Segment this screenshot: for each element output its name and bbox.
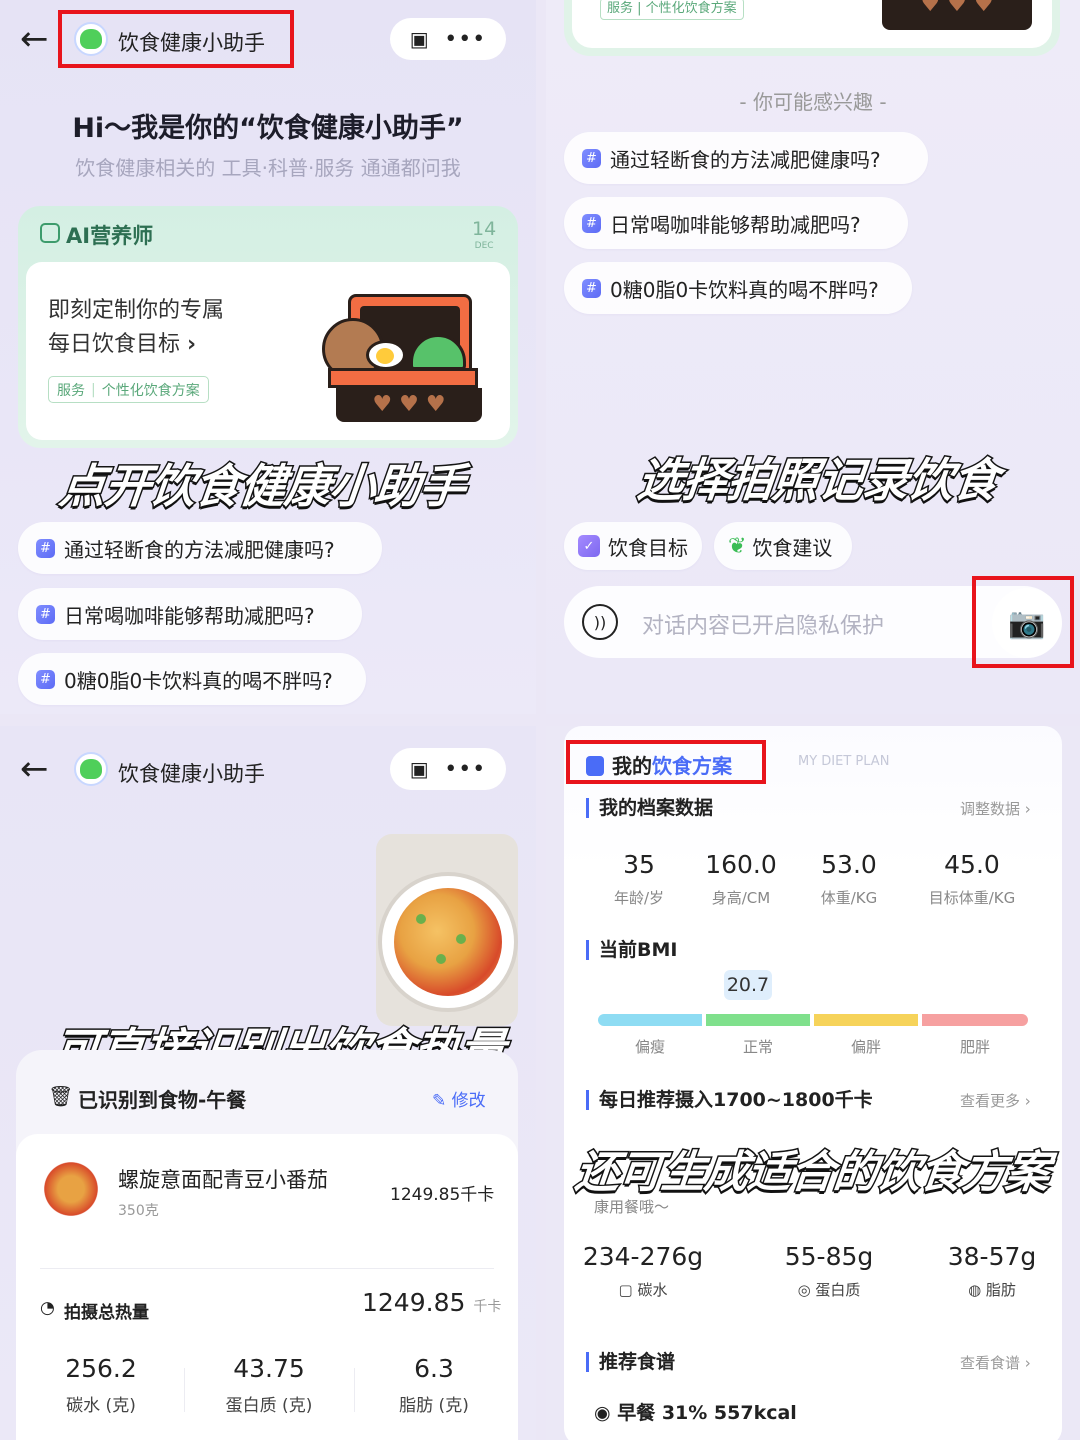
- nutrient-fat: 38-57g ◍ 脂肪: [947, 1242, 1037, 1299]
- bmi-seg-overweight: [814, 1014, 918, 1026]
- question-chip[interactable]: # 通过轻断食的方法减肥健康吗?: [18, 522, 382, 574]
- recognized-title: 已识别到食物-午餐: [78, 1088, 247, 1112]
- food-calories: 1249.85千卡: [390, 1185, 495, 1205]
- hash-icon: #: [36, 604, 55, 624]
- total-label: 拍摄总热量: [64, 1303, 149, 1323]
- assistant-avatar: [74, 752, 108, 786]
- macro-protein: 43.75 蛋白质 (克): [225, 1354, 313, 1416]
- nutrient-protein: 55-85g ◎ 蛋白质: [784, 1242, 874, 1299]
- divider: [40, 1268, 494, 1269]
- diet-advice-button[interactable]: ❦ 饮食建议: [714, 522, 852, 570]
- caption-4: 还可生成适合的饮食方案: [571, 1146, 1052, 1200]
- plan-title-en: MY DIET PLAN: [798, 754, 890, 769]
- bmi-seg-normal: [706, 1014, 810, 1026]
- hash-icon: #: [582, 213, 601, 233]
- breakfast-row[interactable]: ◉ 早餐 31% 557kcal: [594, 1398, 797, 1425]
- see-more-link[interactable]: 查看更多 ›: [960, 1090, 1031, 1111]
- ai-card-bottom: 服务 | 个性化饮食方案 ♥ ♥ ♥: [564, 0, 1060, 56]
- back-arrow-icon[interactable]: ←: [20, 22, 49, 56]
- panel-diet-plan: 我的饮食方案 MY DIET PLAN 我的档案数据 调整数据 › 35 年龄/岁…: [546, 726, 1080, 1440]
- highlight-box: [972, 576, 1074, 668]
- profile-weight: 53.0 体重/KG: [820, 850, 878, 907]
- more-icon[interactable]: •••: [444, 757, 486, 782]
- highlight-box: [566, 740, 766, 784]
- lunchbox-illustration: ♥ ♥ ♥: [322, 294, 482, 422]
- header-actions: ▣ •••: [390, 18, 506, 60]
- eye-icon: ◉: [594, 1402, 611, 1424]
- bmi-label: 正常: [742, 1038, 773, 1056]
- food-photo[interactable]: [376, 834, 518, 1026]
- panel-recognize-calories: ← 饮食健康小助手 ▣ ••• 可直接识别出饮食热量 🗑 已识别到食物-午餐 ✎…: [0, 726, 536, 1440]
- bmi-title: 当前BMI: [586, 940, 677, 960]
- voice-icon[interactable]: )): [582, 604, 618, 640]
- profile-age: 35 年龄/岁: [613, 850, 665, 907]
- question-chip[interactable]: # 日常喝咖啡能够帮助减肥吗?: [18, 588, 362, 640]
- profile-target-weight: 45.0 目标体重/KG: [928, 850, 1016, 907]
- profile-title: 我的档案数据: [586, 798, 713, 818]
- bmi-seg-underweight: [598, 1014, 702, 1026]
- food-weight: 350克: [118, 1203, 159, 1219]
- history-icon[interactable]: ▣: [410, 757, 429, 781]
- panel-open-assistant: ← 饮食健康小助手 ▣ ••• Hi～我是你的“饮食健康小助手” 饮食健康相关的…: [0, 0, 536, 714]
- caption-2: 选择拍照记录饮食: [633, 452, 1002, 509]
- diet-goal-button[interactable]: ✓ 饮食目标: [564, 522, 702, 570]
- ai-nutritionist-card[interactable]: AI营养师 14 DEC 即刻定制你的专属 每日饮食目标 › 服务 | 个性化饮食方…: [18, 206, 518, 448]
- date-badge: 14 DEC: [472, 218, 497, 251]
- bmi-seg-obese: [922, 1014, 1028, 1026]
- total-calories: 1249.85 千卡: [362, 1288, 502, 1317]
- bmi-label: 偏胖: [850, 1038, 881, 1056]
- more-icon[interactable]: •••: [444, 27, 486, 52]
- highlight-box: [58, 10, 294, 68]
- bmi-label: 偏瘦: [634, 1038, 665, 1056]
- food-detail: 螺旋意面配青豆小番茄 350克 1249.85千卡 ◔ 拍摄总热量 1249.8…: [16, 1134, 518, 1440]
- ai-card-body[interactable]: 即刻定制你的专属 每日饮食目标 › 服务 | 个性化饮食方案 ♥ ♥ ♥: [26, 262, 510, 440]
- recipe-title: 推荐食谱: [586, 1352, 675, 1372]
- ai-card-title: AI营养师: [66, 224, 154, 248]
- flame-icon: ◔: [40, 1298, 55, 1318]
- ai-card-tag: 服务 | 个性化饮食方案: [600, 0, 744, 20]
- nutrient-carbs: 234-276g ▢ 碳水: [582, 1242, 704, 1299]
- hash-icon: #: [36, 538, 55, 558]
- history-icon[interactable]: ▣: [410, 27, 429, 51]
- leaf-icon: ❦: [728, 533, 747, 559]
- question-chip[interactable]: # 通过轻断食的方法减肥健康吗?: [564, 132, 928, 184]
- profile-height: 160.0 身高/CM: [705, 850, 777, 907]
- chat-input[interactable]: 对话内容已开启隐私保护: [642, 608, 884, 640]
- header-actions: ▣ •••: [390, 748, 506, 790]
- food-thumbnail: [40, 1158, 102, 1220]
- macro-fat: 6.3 脂肪 (克): [399, 1354, 469, 1416]
- macro-carbs: 256.2 碳水 (克): [65, 1354, 137, 1416]
- goal-icon: ✓: [578, 535, 600, 557]
- lunchbox-illustration: ♥ ♥ ♥: [882, 0, 1032, 30]
- bmi-value: 20.7: [724, 970, 772, 1000]
- recognition-card: 🗑 已识别到食物-午餐 ✎ 修改 螺旋意面配青豆小番茄 350克 1249.85…: [16, 1050, 518, 1440]
- bmi-label: 肥胖: [959, 1038, 990, 1056]
- greeting-subtitle: 饮食健康相关的 工具·科普·服务 通通都问我: [75, 156, 461, 180]
- question-chip[interactable]: #0糖0脂0卡饮料真的喝不胖吗?: [18, 653, 366, 705]
- back-arrow-icon[interactable]: ←: [20, 752, 49, 786]
- food-name: 螺旋意面配青豆小番茄: [118, 1168, 328, 1192]
- ai-card-tag: 服务 | 个性化饮食方案: [48, 376, 209, 403]
- chart-icon: [40, 223, 60, 243]
- bmi-scale: [598, 1014, 1028, 1026]
- greeting-title: Hi～我是你的“饮食健康小助手”: [72, 113, 464, 144]
- food-bag-icon: 🗑: [48, 1084, 74, 1108]
- adjust-data-link[interactable]: 调整数据 ›: [960, 798, 1031, 819]
- assistant-name: 饮食健康小助手: [118, 762, 265, 786]
- hash-icon: #: [582, 278, 601, 298]
- interest-label: - 你可能感兴趣 -: [739, 90, 887, 114]
- panel-photo-record: 服务 | 个性化饮食方案 ♥ ♥ ♥ - 你可能感兴趣 - # 通过轻断食的方法减…: [546, 0, 1080, 714]
- hash-icon: #: [36, 669, 55, 689]
- ai-card-line1: 即刻定制你的专属: [48, 298, 225, 323]
- view-recipe-link[interactable]: 查看食谱 ›: [960, 1352, 1031, 1373]
- hash-icon: #: [582, 148, 601, 168]
- daily-intake-title: 每日推荐摄入1700~1800千卡: [586, 1090, 873, 1110]
- edit-button[interactable]: ✎ 修改: [432, 1086, 486, 1111]
- diet-plan-card: 我的饮食方案 MY DIET PLAN 我的档案数据 调整数据 › 35 年龄/岁…: [564, 726, 1062, 1440]
- question-chip[interactable]: # 日常喝咖啡能够帮助减肥吗?: [564, 197, 908, 249]
- question-chip[interactable]: #0糖0脂0卡饮料真的喝不胖吗?: [564, 262, 912, 314]
- caption-1: 点开饮食健康小助手: [55, 458, 469, 515]
- ai-card-line2: 每日饮食目标 ›: [48, 332, 197, 357]
